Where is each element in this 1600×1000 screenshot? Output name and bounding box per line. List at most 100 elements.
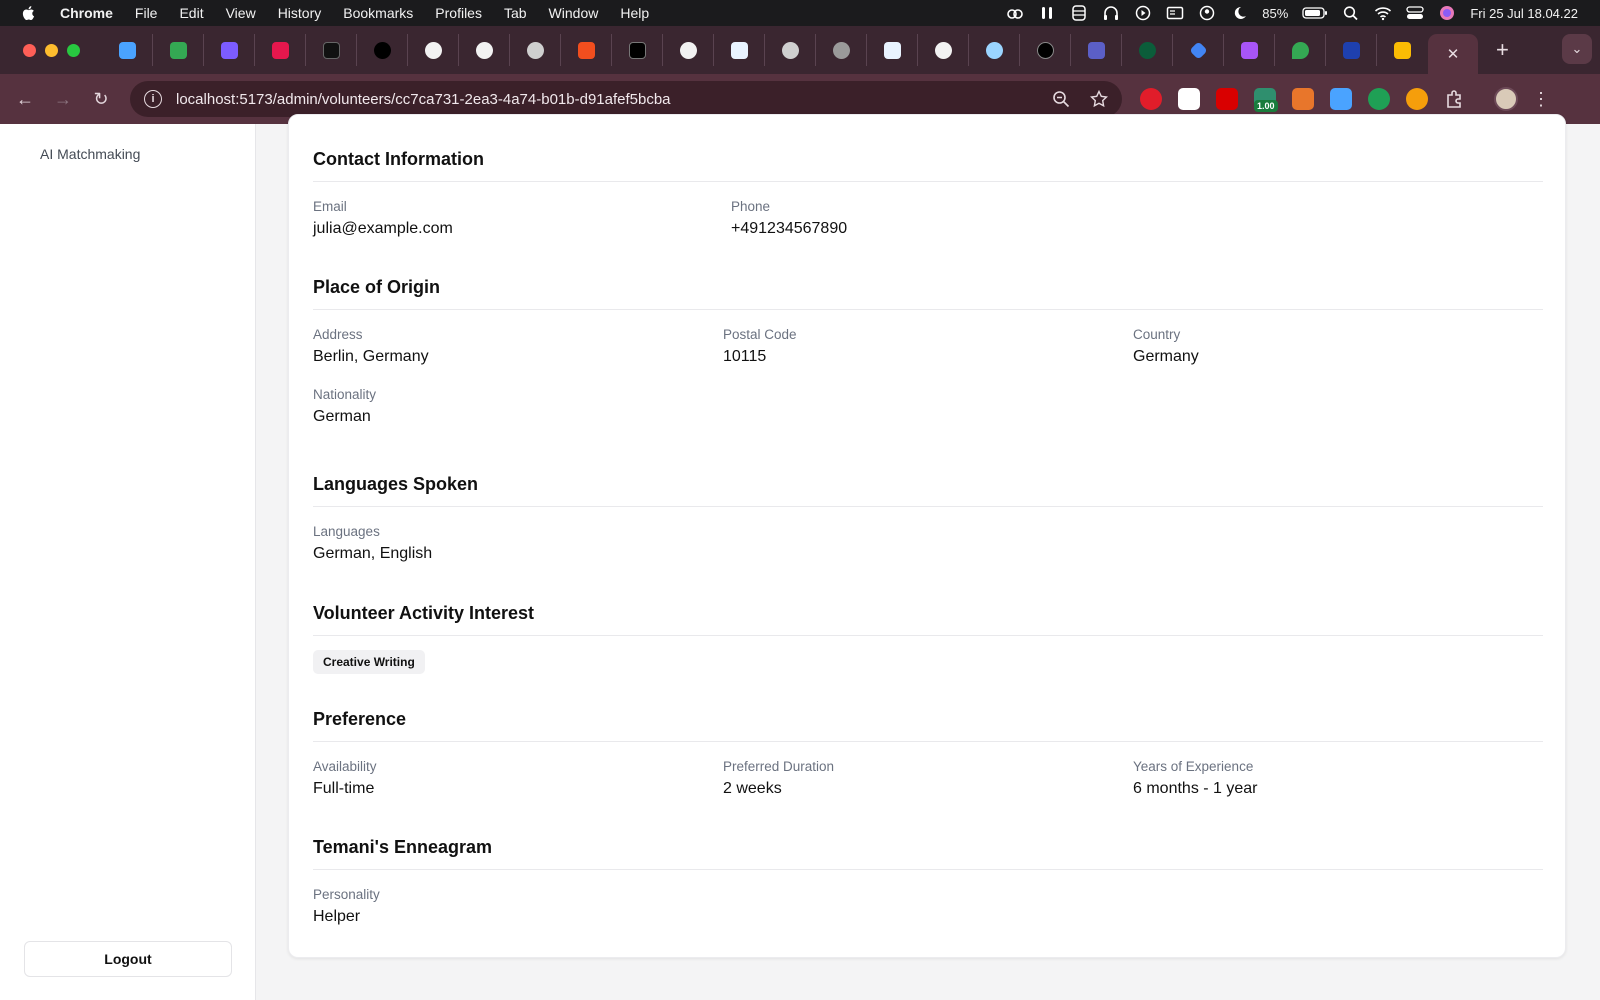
- tab-26[interactable]: [1377, 34, 1428, 66]
- tab-20[interactable]: [1071, 34, 1122, 66]
- profile-avatar[interactable]: [1494, 87, 1518, 111]
- eye-extension-icon[interactable]: [1368, 88, 1390, 110]
- tab-search-button[interactable]: ⌄: [1562, 34, 1592, 64]
- counter-extension-icon[interactable]: 1.00: [1254, 88, 1278, 112]
- tab-1[interactable]: [102, 34, 153, 66]
- field-label: Languages: [313, 524, 380, 539]
- menu-app-chrome[interactable]: Chrome: [60, 5, 113, 21]
- tab-22[interactable]: [1173, 34, 1224, 66]
- tab-19[interactable]: [1020, 34, 1071, 66]
- chevron-down-icon: ⌄: [1571, 41, 1583, 56]
- figma-favicon-icon: [577, 41, 595, 59]
- section-title: Languages Spoken: [313, 474, 1543, 507]
- play-icon[interactable]: [1134, 5, 1152, 21]
- gem-extension-icon[interactable]: [1330, 88, 1352, 110]
- tab-9[interactable]: [510, 34, 561, 66]
- tab-10[interactable]: [561, 34, 612, 66]
- apple-logo-icon[interactable]: [20, 4, 38, 22]
- zoom-out-icon[interactable]: [1052, 90, 1070, 108]
- minimize-window-button[interactable]: [45, 43, 58, 57]
- forward-button[interactable]: →: [44, 89, 82, 110]
- phone-field: Phone +491234567890: [731, 199, 1149, 238]
- app-favicon-icon: [1342, 41, 1360, 59]
- gemini-favicon-icon: [1188, 40, 1208, 60]
- tab-14[interactable]: [765, 34, 816, 66]
- adblock-extension-icon[interactable]: [1140, 88, 1162, 110]
- menu-bookmarks[interactable]: Bookmarks: [343, 5, 413, 21]
- menu-tab[interactable]: Tab: [504, 5, 527, 21]
- display-icon[interactable]: [1166, 5, 1184, 21]
- extensions-puzzle-icon[interactable]: [1444, 88, 1466, 110]
- section-title: Preference: [313, 709, 1543, 742]
- menu-file[interactable]: File: [135, 5, 158, 21]
- moon-icon[interactable]: [1230, 5, 1248, 21]
- tab-16[interactable]: [867, 34, 918, 66]
- address-bar[interactable]: i localhost:5173/admin/volunteers/cc7ca7…: [130, 81, 1122, 117]
- wifi-icon[interactable]: [1374, 5, 1392, 21]
- preferred-duration-field: Preferred Duration 2 weeks: [723, 759, 1133, 798]
- grid-icon[interactable]: [1070, 5, 1088, 21]
- url-text[interactable]: localhost:5173/admin/volunteers/cc7ca731…: [176, 91, 671, 108]
- tab-11[interactable]: [612, 34, 663, 66]
- more-menu-icon[interactable]: ⋮: [1532, 89, 1550, 110]
- preference-section: Preference Availability Full-time Prefer…: [313, 709, 1543, 798]
- zoom-window-button[interactable]: [67, 43, 80, 57]
- tab-4[interactable]: [255, 34, 306, 66]
- chatgpt-favicon-icon: [526, 41, 544, 59]
- tab-5[interactable]: [306, 34, 357, 66]
- active-tab[interactable]: ✕: [1428, 34, 1478, 74]
- menu-window[interactable]: Window: [549, 5, 599, 21]
- tab-8[interactable]: [459, 34, 510, 66]
- battery-icon[interactable]: [1302, 5, 1328, 21]
- tab-7[interactable]: [408, 34, 459, 66]
- site-info-icon[interactable]: i: [144, 90, 162, 108]
- siri-icon[interactable]: [1438, 5, 1456, 21]
- close-window-button[interactable]: [23, 43, 36, 57]
- reload-button[interactable]: ↻: [82, 89, 120, 110]
- app-favicon-icon: [730, 41, 748, 59]
- pods-icon[interactable]: [1038, 5, 1056, 21]
- y-extension-icon[interactable]: [1216, 88, 1238, 110]
- battery-percentage: 85%: [1262, 5, 1289, 21]
- tab-15[interactable]: [816, 34, 867, 66]
- tab-2[interactable]: [153, 34, 204, 66]
- app-favicon-icon: [271, 41, 289, 59]
- field-label: Preferred Duration: [723, 759, 835, 774]
- triangle-favicon-icon: [373, 41, 391, 59]
- tab-17[interactable]: [918, 34, 969, 66]
- clock[interactable]: Fri 25 Jul 18.04.22: [1470, 6, 1578, 21]
- m-extension-icon[interactable]: [1178, 88, 1200, 110]
- tab-12[interactable]: [663, 34, 714, 66]
- user-circle-icon[interactable]: [1198, 5, 1216, 21]
- tab-23[interactable]: [1224, 34, 1275, 66]
- sidebar-item-ai-matchmaking[interactable]: AI Matchmaking: [40, 146, 140, 162]
- menu-edit[interactable]: Edit: [179, 5, 203, 21]
- tab-18[interactable]: [969, 34, 1020, 66]
- interest-tag: Creative Writing: [313, 650, 425, 674]
- bookmark-star-icon[interactable]: [1090, 90, 1108, 108]
- orange-extension-icon[interactable]: [1406, 88, 1428, 110]
- menu-view[interactable]: View: [226, 5, 256, 21]
- tab-21[interactable]: [1122, 34, 1173, 66]
- menu-help[interactable]: Help: [620, 5, 649, 21]
- tab-24[interactable]: [1275, 34, 1326, 66]
- menu-history[interactable]: History: [278, 5, 322, 21]
- back-button[interactable]: ←: [6, 89, 44, 110]
- new-tab-button[interactable]: +: [1496, 37, 1509, 63]
- tab-25[interactable]: [1326, 34, 1377, 66]
- extension-badge: 1.00: [1254, 100, 1278, 112]
- menu-profiles[interactable]: Profiles: [435, 5, 482, 21]
- tab-3[interactable]: [204, 34, 255, 66]
- creative-cloud-icon[interactable]: [1006, 5, 1024, 21]
- spotlight-search-icon[interactable]: [1342, 5, 1360, 21]
- headphones-icon[interactable]: [1102, 5, 1120, 21]
- control-center-icon[interactable]: [1406, 5, 1424, 21]
- fox-extension-icon[interactable]: [1292, 88, 1314, 110]
- gem-favicon-icon: [118, 41, 136, 59]
- close-tab-icon[interactable]: ✕: [1447, 45, 1460, 63]
- tab-6[interactable]: [357, 34, 408, 66]
- address-value: Berlin, Germany: [313, 348, 429, 365]
- tab-13[interactable]: [714, 34, 765, 66]
- logout-button[interactable]: Logout: [24, 941, 232, 977]
- field-label: Country: [1133, 327, 1181, 342]
